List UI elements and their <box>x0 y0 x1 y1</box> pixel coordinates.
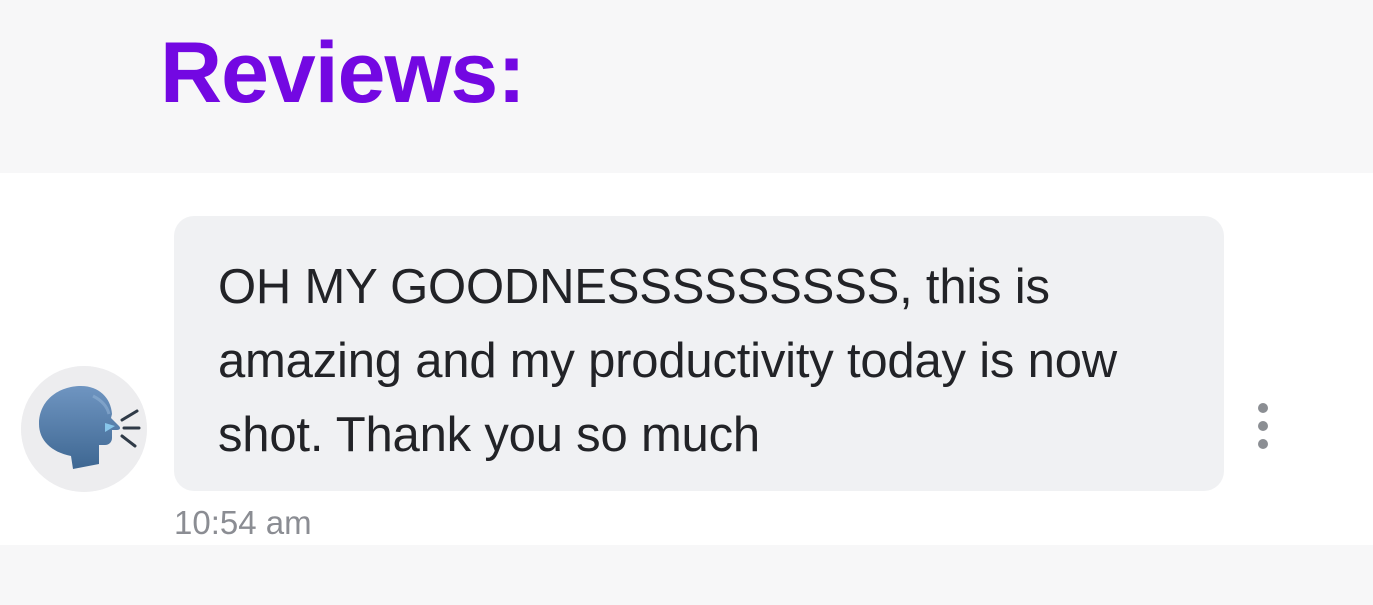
avatar[interactable] <box>21 366 147 492</box>
header: Reviews: <box>0 0 1373 173</box>
reviews-page: Reviews: OH MY GOODNESSSSSSSSS, this is … <box>0 0 1373 605</box>
message-bubble[interactable]: OH MY GOODNESSSSSSSSS, this is amazing a… <box>174 216 1224 491</box>
message-timestamp: 10:54 am <box>174 504 312 541</box>
more-vertical-icon <box>1258 403 1268 449</box>
page-title: Reviews: <box>160 25 526 121</box>
footer-background <box>0 545 1373 605</box>
message-row: OH MY GOODNESSSSSSSSS, this is amazing a… <box>0 173 1373 545</box>
speaking-head-icon <box>21 366 147 492</box>
more-options-button[interactable] <box>1248 398 1278 454</box>
message-text: OH MY GOODNESSSSSSSSS, this is amazing a… <box>218 260 1117 462</box>
